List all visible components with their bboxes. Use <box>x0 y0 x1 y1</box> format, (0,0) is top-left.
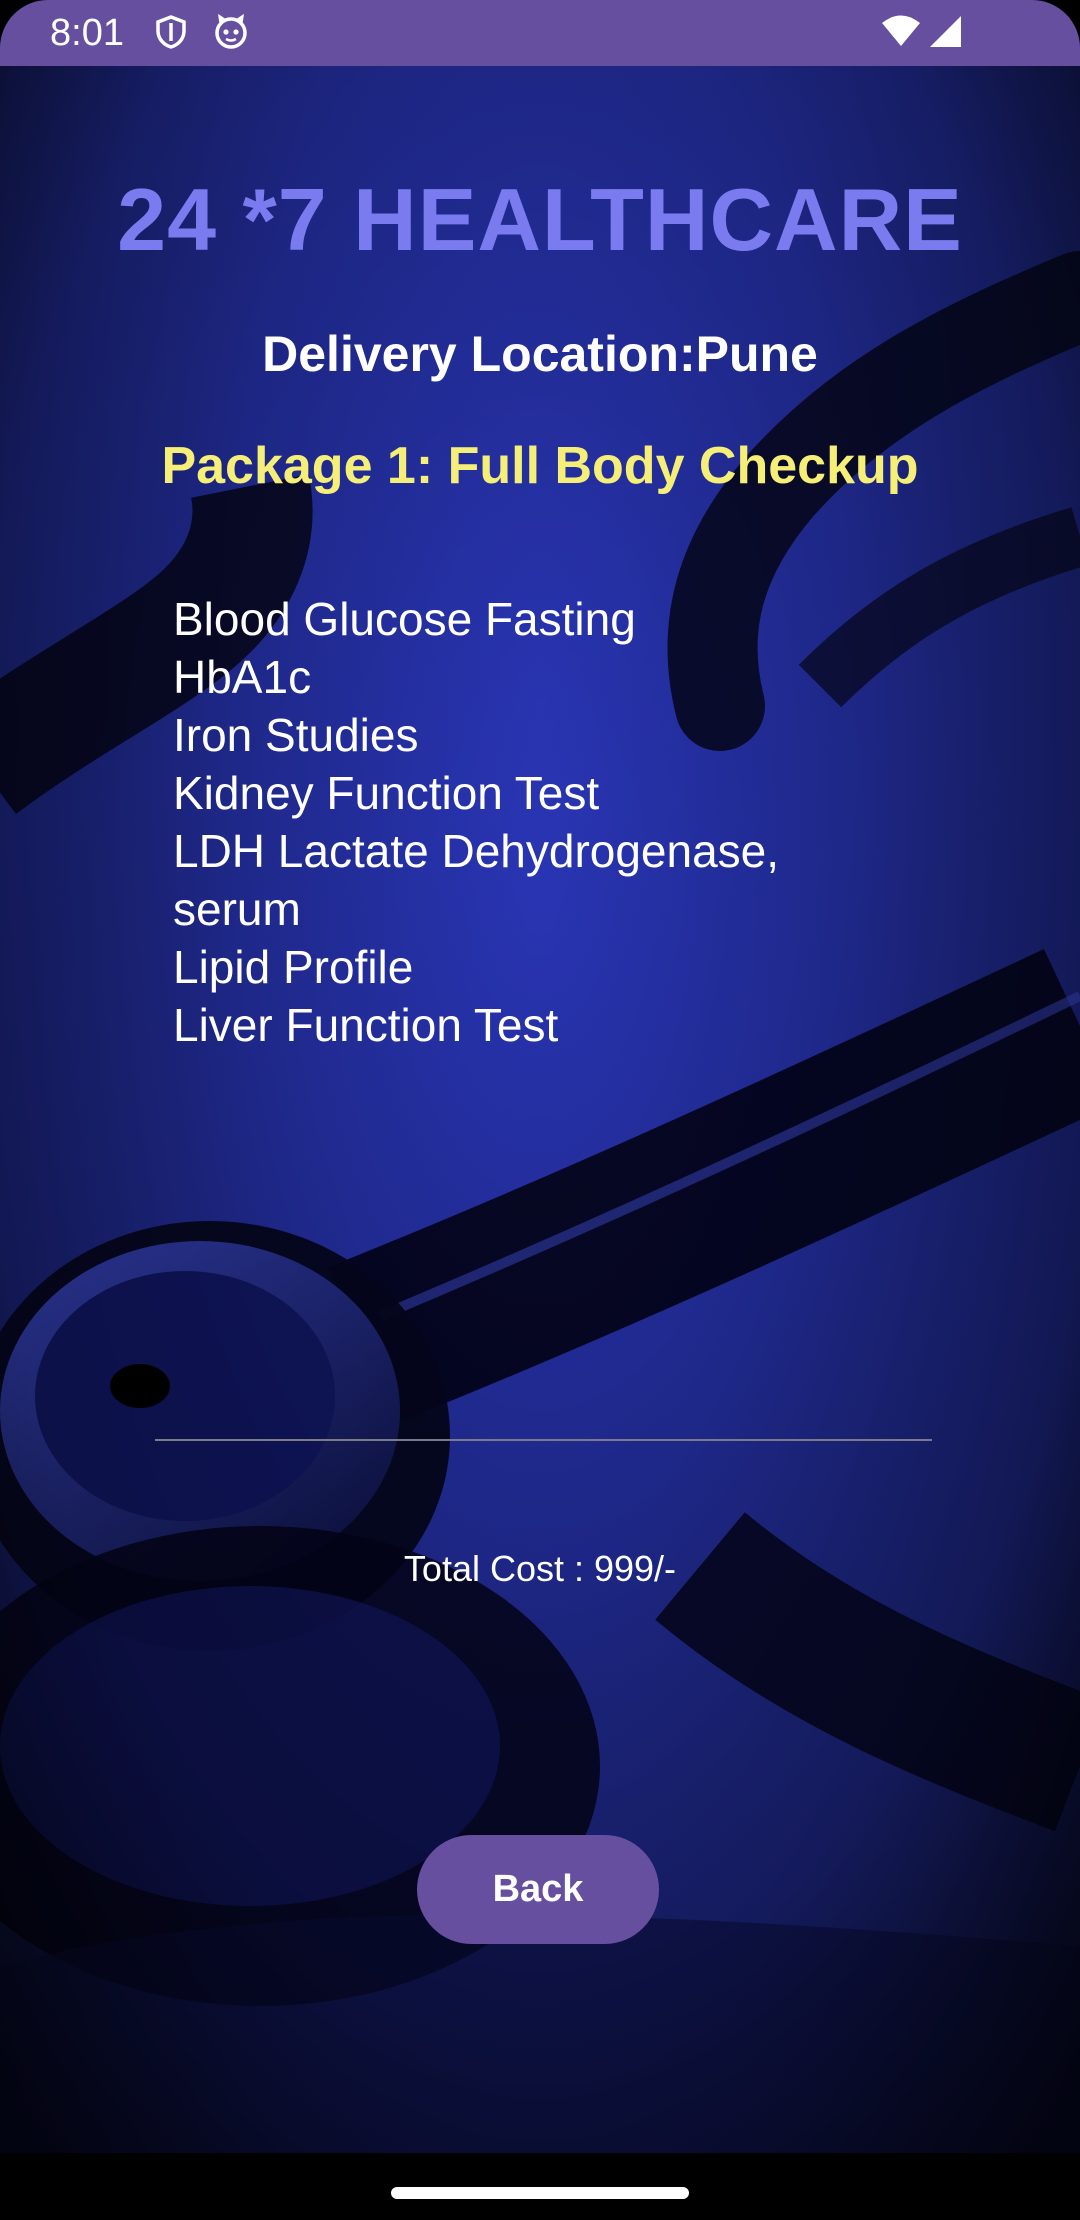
wifi-icon <box>880 14 922 50</box>
cat-icon <box>213 13 249 50</box>
package-title: Package 1: Full Body Checkup <box>161 437 919 495</box>
total-cost: Total Cost : 999/- <box>403 1548 677 1589</box>
delivery-location: Delivery Location:Pune <box>262 326 818 382</box>
list-item: Liver Function Test <box>173 999 559 1051</box>
signal-icon <box>928 14 964 50</box>
list-item: Blood Glucose Fasting <box>173 593 636 645</box>
list-item: serum <box>173 883 301 935</box>
list-item: HbA1c <box>173 651 312 703</box>
test-list: Blood Glucose Fasting HbA1c Iron Studies… <box>173 590 933 1054</box>
shield-icon <box>153 14 189 50</box>
home-handle[interactable] <box>391 2187 689 2199</box>
back-button[interactable]: Back <box>417 1835 659 1944</box>
app-title: 24 *7 HEALTHCARE <box>117 170 963 269</box>
app-screen: 8:01 24 *7 HEALTHCARE Delivery Location:… <box>0 0 1080 2220</box>
status-bar: 8:01 <box>0 0 1080 66</box>
status-time: 8:01 <box>50 12 124 54</box>
list-item: LDH Lactate Dehydrogenase, <box>173 825 780 877</box>
navigation-bar <box>0 2153 1080 2220</box>
list-item: Lipid Profile <box>173 941 414 993</box>
list-item: Kidney Function Test <box>173 767 600 819</box>
divider <box>155 1439 932 1441</box>
stethoscope-background: 24 *7 HEALTHCARE Delivery Location:Pune … <box>0 66 1080 2153</box>
list-item: Iron Studies <box>173 709 419 761</box>
